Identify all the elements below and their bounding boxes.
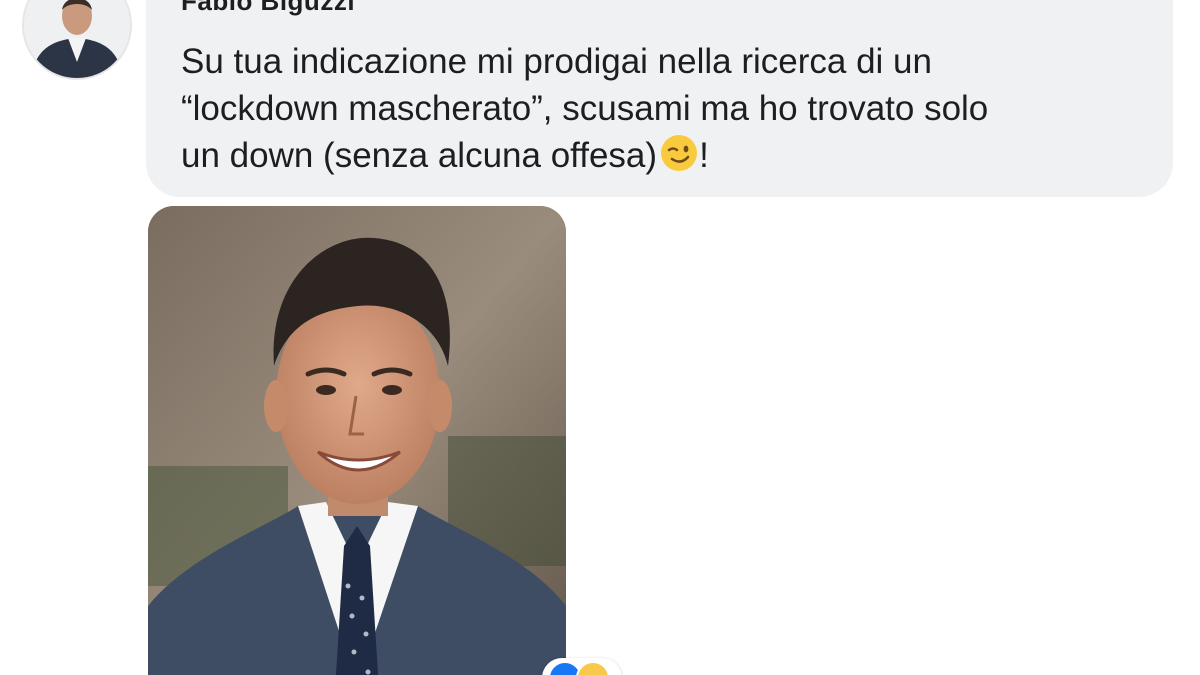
comment-line-2: “lockdown mascherato”, scusami ma ho tro… [181,89,989,128]
author-avatar[interactable] [22,0,132,80]
comment-body: Su tua indicazione mi prodigai nella ric… [181,38,1141,179]
reaction-summary[interactable] [542,658,622,675]
attached-photo[interactable] [148,206,566,675]
haha-icon [576,661,610,675]
comment-line-3: un down (senza alcuna offesa) ! [181,132,1141,179]
avatar-portrait-icon [24,0,130,78]
facebook-comment-screenshot: Fabio Biguzzi Su tua indicazione mi prod… [0,0,1200,675]
comment-line-3-text: un down (senza alcuna offesa) [181,136,658,175]
portrait-photo [148,206,566,675]
comment-line-1: Su tua indicazione mi prodigai nella ric… [181,42,932,81]
comment-line-3-punctuation: ! [699,136,709,175]
winking-face-icon [661,135,698,171]
comment-author-name[interactable]: Fabio Biguzzi [181,0,355,17]
